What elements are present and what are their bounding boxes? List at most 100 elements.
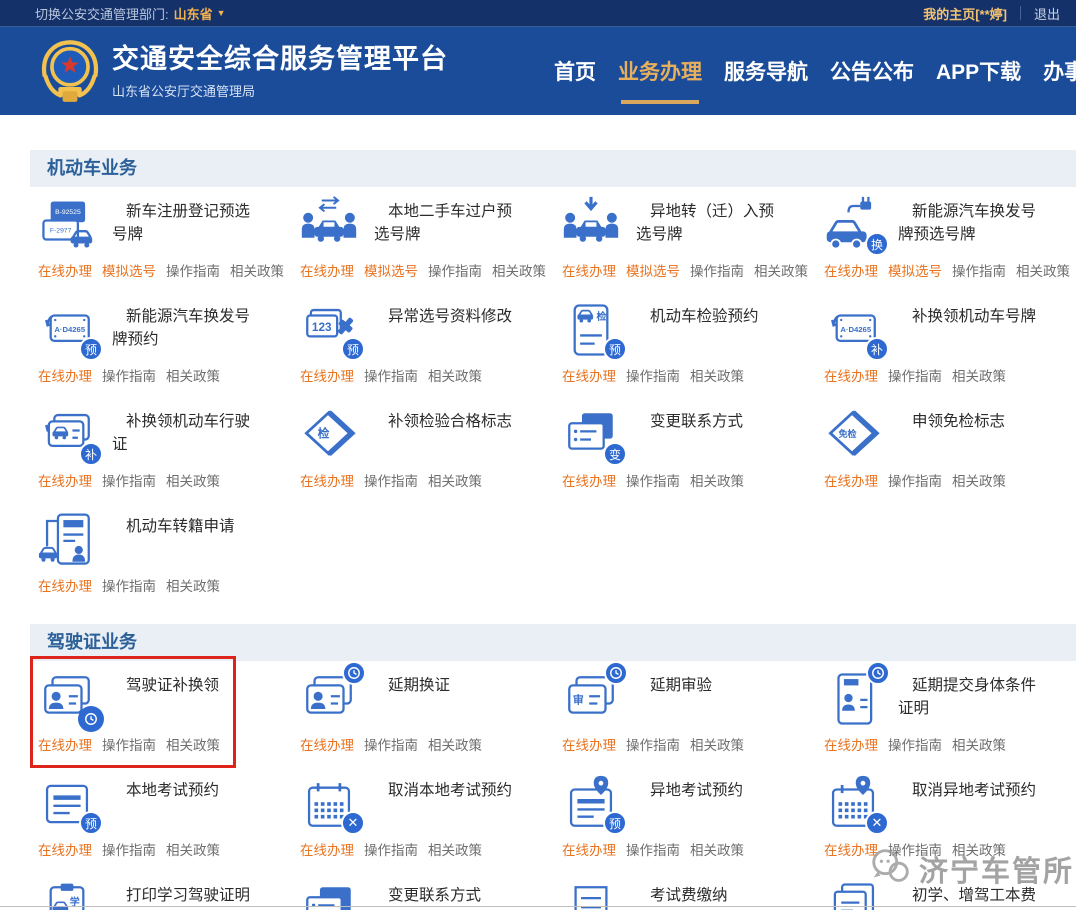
link-related-policy[interactable]: 相关政策: [166, 839, 220, 859]
service-item[interactable]: 本地二手车过户预选号牌 在线办理模拟选号操作指南相关政策: [300, 196, 562, 301]
nav-announcements[interactable]: 公告公布: [830, 56, 914, 86]
service-item[interactable]: 预 异地考试预约 在线办理操作指南相关政策: [562, 775, 824, 880]
link-operation-guide[interactable]: 操作指南: [102, 365, 156, 385]
link-operation-guide[interactable]: 操作指南: [428, 260, 482, 280]
service-item[interactable]: A·D4265预 新能源汽车换发号牌预约 在线办理操作指南相关政策: [38, 301, 300, 406]
link-operation-guide[interactable]: 操作指南: [364, 839, 418, 859]
service-item[interactable]: 预 本地考试预约 在线办理操作指南相关政策: [38, 775, 300, 880]
link-online-handle[interactable]: 在线办理: [562, 365, 616, 385]
chevron-down-icon[interactable]: ▼: [217, 8, 226, 18]
link-related-policy[interactable]: 相关政策: [166, 365, 220, 385]
link-online-handle[interactable]: 在线办理: [824, 839, 878, 859]
link-online-handle[interactable]: 在线办理: [562, 470, 616, 490]
service-item[interactable]: A·D4265补 补换领机动车号牌 在线办理操作指南相关政策: [824, 301, 1076, 406]
service-item[interactable]: ✕ 取消异地考试预约 在线办理操作指南相关政策: [824, 775, 1076, 880]
link-online-handle[interactable]: 在线办理: [824, 470, 878, 490]
link-related-policy[interactable]: 相关政策: [690, 839, 744, 859]
service-item[interactable]: 驾驶证补换领 在线办理操作指南相关政策: [38, 670, 300, 775]
link-operation-guide[interactable]: 操作指南: [102, 470, 156, 490]
service-item[interactable]: 机动车转籍申请 在线办理操作指南相关政策: [38, 511, 300, 616]
link-related-policy[interactable]: 相关政策: [492, 260, 546, 280]
link-online-handle[interactable]: 在线办理: [824, 260, 878, 280]
link-related-policy[interactable]: 相关政策: [754, 260, 808, 280]
service-item[interactable]: 延期提交身体条件证明 在线办理操作指南相关政策: [824, 670, 1076, 775]
link-operation-guide[interactable]: 操作指南: [690, 260, 744, 280]
link-operation-guide[interactable]: 操作指南: [102, 575, 156, 595]
link-operation-guide[interactable]: 操作指南: [102, 839, 156, 859]
nav-business[interactable]: 业务办理: [618, 56, 702, 86]
link-operation-guide[interactable]: 操作指南: [888, 470, 942, 490]
service-item[interactable]: 免检 申领免检标志 在线办理操作指南相关政策: [824, 406, 1076, 511]
link-related-policy[interactable]: 相关政策: [690, 365, 744, 385]
link-operation-guide[interactable]: 操作指南: [364, 734, 418, 754]
link-operation-guide[interactable]: 操作指南: [626, 470, 680, 490]
service-links: 在线办理操作指南相关政策: [300, 839, 562, 859]
service-item[interactable]: 123预 异常选号资料修改 在线办理操作指南相关政策: [300, 301, 562, 406]
service-item[interactable]: 延期换证 在线办理操作指南相关政策: [300, 670, 562, 775]
service-item[interactable]: 变 变更联系方式 在线办理操作指南相关政策: [562, 406, 824, 511]
nav-app-download[interactable]: APP下载: [936, 56, 1021, 86]
service-links: 在线办理模拟选号操作指南相关政策: [38, 260, 300, 280]
link-online-handle[interactable]: 在线办理: [300, 839, 354, 859]
link-operation-guide[interactable]: 操作指南: [626, 734, 680, 754]
logout-link[interactable]: 退出: [1034, 4, 1060, 23]
link-online-handle[interactable]: 在线办理: [300, 734, 354, 754]
link-online-handle[interactable]: 在线办理: [300, 260, 354, 280]
link-online-handle[interactable]: 在线办理: [38, 839, 92, 859]
link-related-policy[interactable]: 相关政策: [952, 734, 1006, 754]
link-operation-guide[interactable]: 操作指南: [364, 470, 418, 490]
service-item[interactable]: B-92525F-2977 新车注册登记预选号牌 在线办理模拟选号操作指南相关政…: [38, 196, 300, 301]
link-related-policy[interactable]: 相关政策: [166, 734, 220, 754]
link-operation-guide[interactable]: 操作指南: [888, 365, 942, 385]
link-related-policy[interactable]: 相关政策: [166, 575, 220, 595]
link-online-handle[interactable]: 在线办理: [300, 365, 354, 385]
link-online-handle[interactable]: 在线办理: [38, 575, 92, 595]
link-related-policy[interactable]: 相关政策: [428, 734, 482, 754]
link-operation-guide[interactable]: 操作指南: [166, 260, 220, 280]
link-operation-guide[interactable]: 操作指南: [626, 839, 680, 859]
region-selector[interactable]: 山东省: [174, 4, 213, 23]
service-item[interactable]: 检 补领检验合格标志 在线办理操作指南相关政策: [300, 406, 562, 511]
link-simulate-selection[interactable]: 模拟选号: [626, 260, 680, 280]
service-item[interactable]: 异地转（迁）入预选号牌 在线办理模拟选号操作指南相关政策: [562, 196, 824, 301]
link-online-handle[interactable]: 在线办理: [824, 365, 878, 385]
link-related-policy[interactable]: 相关政策: [230, 260, 284, 280]
link-related-policy[interactable]: 相关政策: [952, 470, 1006, 490]
service-item[interactable]: ✕ 取消本地考试预约 在线办理操作指南相关政策: [300, 775, 562, 880]
link-related-policy[interactable]: 相关政策: [952, 365, 1006, 385]
link-operation-guide[interactable]: 操作指南: [102, 734, 156, 754]
service-item[interactable]: 检预 机动车检验预约 在线办理操作指南相关政策: [562, 301, 824, 406]
link-online-handle[interactable]: 在线办理: [300, 470, 354, 490]
link-simulate-selection[interactable]: 模拟选号: [888, 260, 942, 280]
link-online-handle[interactable]: 在线办理: [824, 734, 878, 754]
link-operation-guide[interactable]: 操作指南: [952, 260, 1006, 280]
link-related-policy[interactable]: 相关政策: [166, 470, 220, 490]
nav-guide[interactable]: 办事指南: [1043, 56, 1076, 86]
nav-service-nav[interactable]: 服务导航: [724, 56, 808, 86]
link-related-policy[interactable]: 相关政策: [428, 470, 482, 490]
link-related-policy[interactable]: 相关政策: [428, 839, 482, 859]
link-operation-guide[interactable]: 操作指南: [626, 365, 680, 385]
link-online-handle[interactable]: 在线办理: [562, 839, 616, 859]
link-operation-guide[interactable]: 操作指南: [364, 365, 418, 385]
link-online-handle[interactable]: 在线办理: [38, 734, 92, 754]
link-related-policy[interactable]: 相关政策: [1016, 260, 1070, 280]
my-home-link[interactable]: 我的主页[**婷]: [923, 4, 1007, 23]
link-simulate-selection[interactable]: 模拟选号: [102, 260, 156, 280]
link-operation-guide[interactable]: 操作指南: [888, 734, 942, 754]
link-related-policy[interactable]: 相关政策: [952, 839, 1006, 859]
link-online-handle[interactable]: 在线办理: [562, 734, 616, 754]
link-online-handle[interactable]: 在线办理: [38, 260, 92, 280]
link-related-policy[interactable]: 相关政策: [690, 734, 744, 754]
link-simulate-selection[interactable]: 模拟选号: [364, 260, 418, 280]
link-online-handle[interactable]: 在线办理: [38, 470, 92, 490]
service-item[interactable]: 换 新能源汽车换发号牌预选号牌 在线办理模拟选号操作指南相关政策: [824, 196, 1076, 301]
link-online-handle[interactable]: 在线办理: [562, 260, 616, 280]
link-related-policy[interactable]: 相关政策: [690, 470, 744, 490]
link-operation-guide[interactable]: 操作指南: [888, 839, 942, 859]
nav-home[interactable]: 首页: [554, 56, 596, 86]
link-related-policy[interactable]: 相关政策: [428, 365, 482, 385]
service-item[interactable]: 补 补换领机动车行驶证 在线办理操作指南相关政策: [38, 406, 300, 511]
link-online-handle[interactable]: 在线办理: [38, 365, 92, 385]
service-item[interactable]: 审 延期审验 在线办理操作指南相关政策: [562, 670, 824, 775]
